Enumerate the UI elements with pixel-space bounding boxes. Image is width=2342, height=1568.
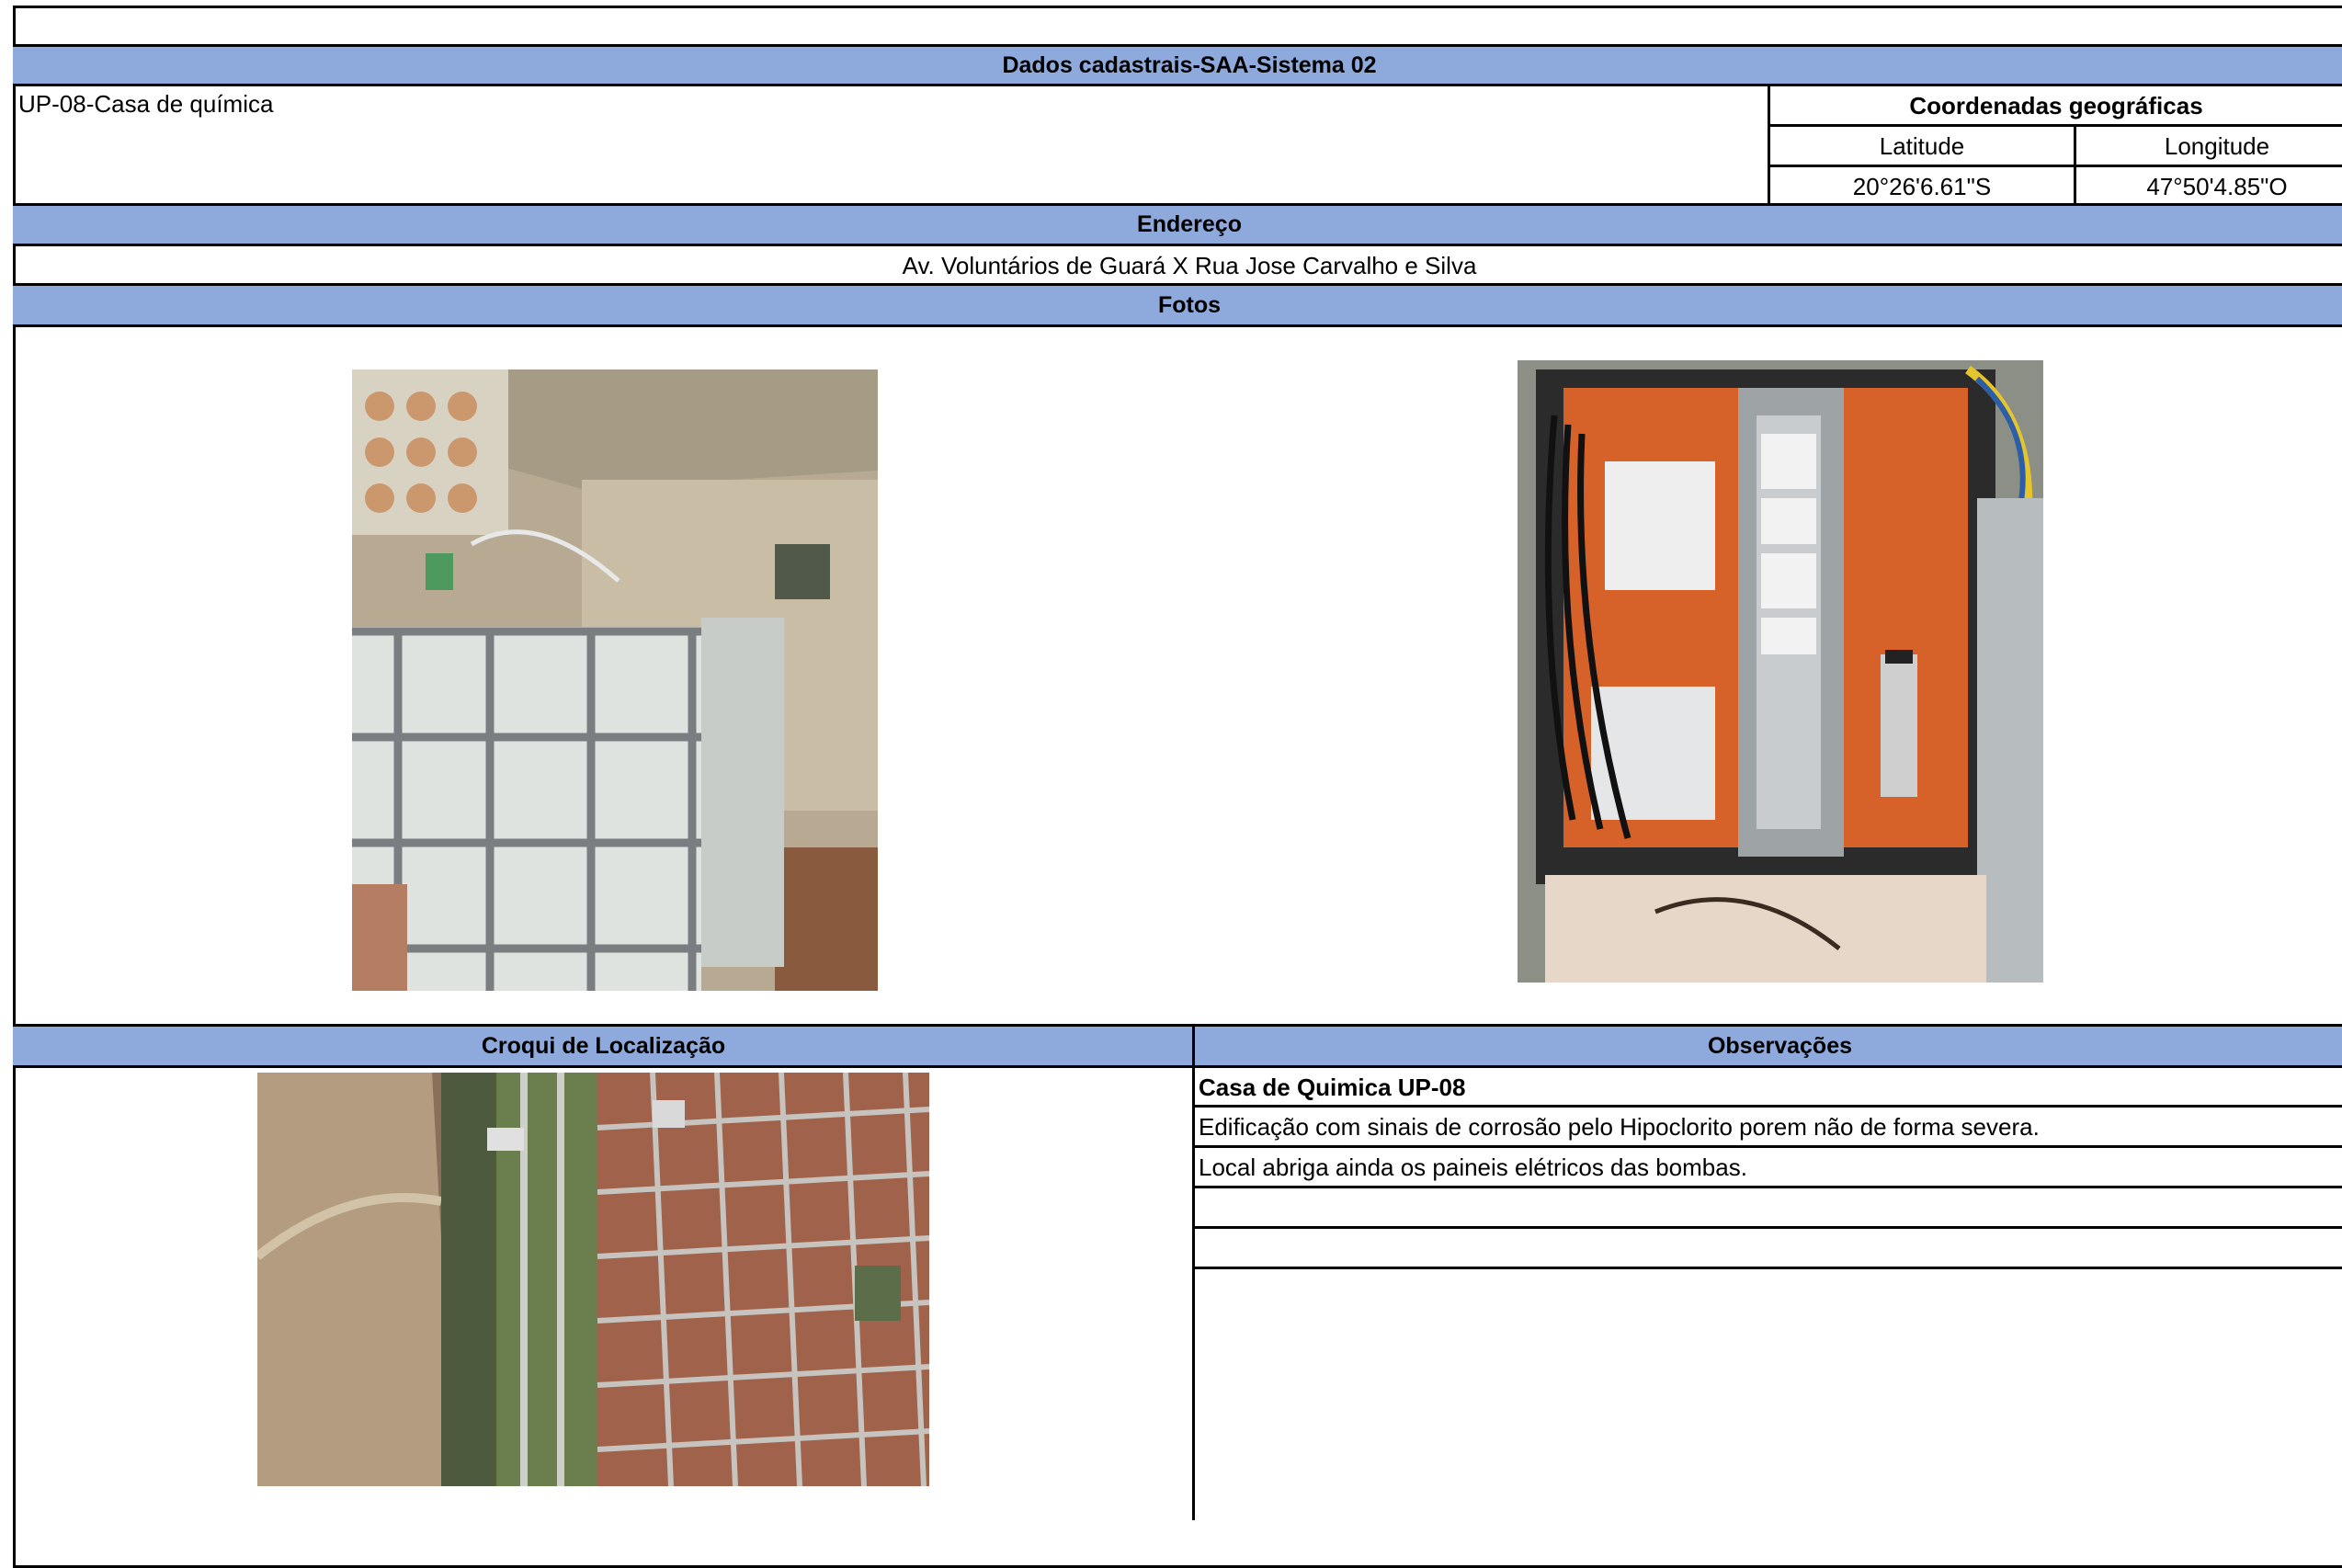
photos-heading: Fotos — [13, 283, 2342, 327]
observation-line-3: Local abriga ainda os paineis elétricos … — [1199, 1153, 1747, 1181]
observation-line-5 — [1199, 1229, 2342, 1267]
address-value: Av. Voluntários de Guará X Rua Jose Carv… — [902, 251, 1477, 279]
latitude-value: 20°26'6.61"S — [1852, 172, 1992, 200]
latitude-label: Latitude — [1879, 131, 1965, 160]
chemical-tank-room-photo — [352, 369, 878, 991]
observations-heading: Observações — [1194, 1024, 2342, 1068]
satellite-map-image — [257, 1073, 929, 1486]
observation-line-1: Casa de Quimica UP-08 — [1199, 1073, 1466, 1101]
electrical-panel-photo — [1518, 360, 2043, 983]
address-heading: Endereço — [13, 203, 2342, 246]
observation-line-2: Edificação com sinais de corrosão pelo H… — [1199, 1112, 2040, 1141]
section-divider — [1192, 1024, 1195, 1520]
longitude-value: 47°50'4.85"O — [2146, 172, 2288, 200]
coordinates-heading: Coordenadas geográficas — [1909, 92, 2203, 119]
location-heading: Croqui de Localização — [13, 1024, 1194, 1068]
sheet-title: Dados cadastrais-SAA-Sistema 02 — [13, 44, 2342, 86]
unit-name: UP-08-Casa de química — [18, 89, 274, 118]
obs-rule-5 — [1192, 1267, 2342, 1269]
observation-line-4 — [1199, 1188, 2342, 1227]
longitude-label: Longitude — [2164, 131, 2270, 160]
